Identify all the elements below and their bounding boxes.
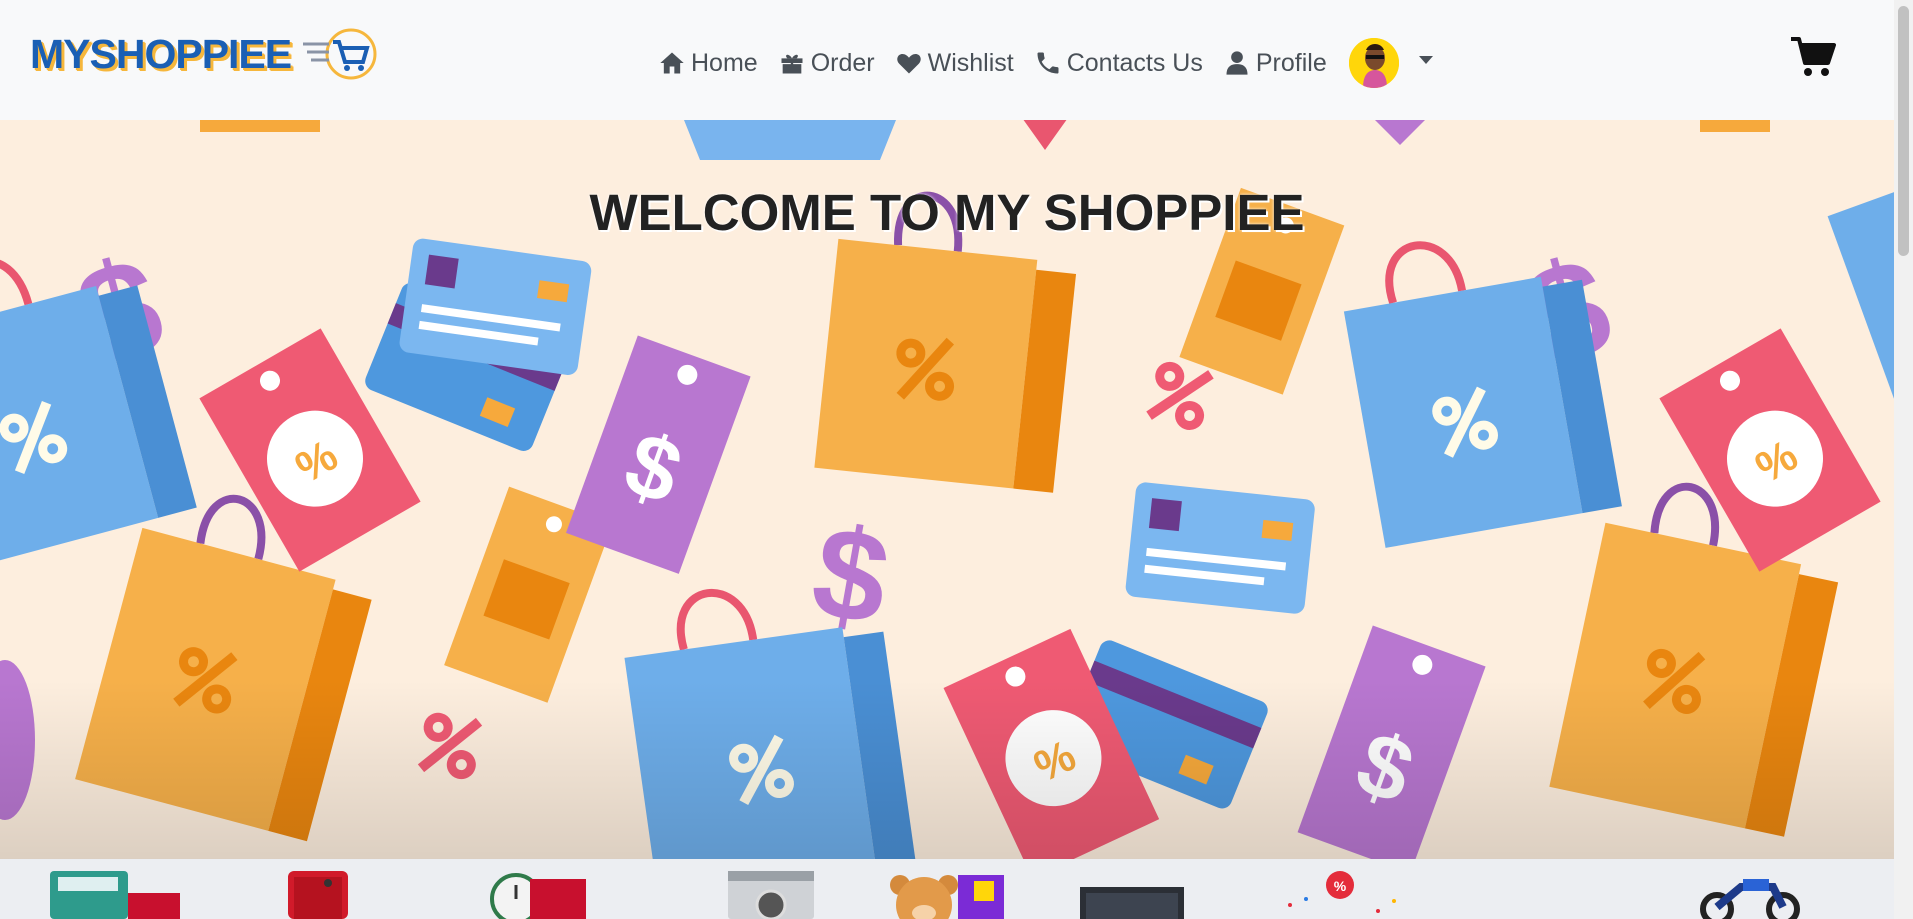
- nav-contacts-label: Contacts Us: [1066, 48, 1203, 77]
- nav-profile[interactable]: Profile: [1223, 49, 1327, 78]
- product-pantyliners[interactable]: [50, 871, 180, 919]
- nav-order[interactable]: Order: [778, 49, 875, 78]
- brand-name: MYSHOPPIEE: [30, 30, 292, 77]
- phone-icon: [1037, 52, 1059, 74]
- product-carousel: %: [0, 859, 1894, 919]
- home-icon: [660, 52, 684, 74]
- product-motorcycle[interactable]: [1695, 871, 1805, 919]
- svg-text:%: %: [1334, 878, 1347, 894]
- scrollbar-thumb[interactable]: [1898, 6, 1909, 256]
- hero-banner: $ $ $: [0, 120, 1894, 859]
- nav-profile-label: Profile: [1255, 48, 1327, 77]
- navbar: MYSHOPPIEE Home Order Wishlist Contacts …: [0, 0, 1894, 120]
- product-laptop[interactable]: [1078, 871, 1186, 919]
- brand-logo[interactable]: MYSHOPPIEE: [30, 26, 379, 82]
- product-washing-machine[interactable]: [728, 871, 814, 919]
- nav-order-label: Order: [810, 48, 875, 77]
- nav-contacts[interactable]: Contacts Us: [1034, 49, 1203, 78]
- product-alarm-clock[interactable]: [488, 871, 588, 919]
- profile-dropdown-caret[interactable]: [1418, 56, 1433, 64]
- nav-home-label: Home: [691, 48, 758, 77]
- nav-wishlist-label: Wishlist: [927, 48, 1014, 77]
- user-icon: [1226, 51, 1248, 75]
- gift-icon: [781, 54, 803, 74]
- avatar-image: [1348, 38, 1399, 88]
- avatar[interactable]: [1348, 38, 1399, 88]
- product-sale-balloon[interactable]: %: [1270, 871, 1410, 919]
- nav-wishlist[interactable]: Wishlist: [895, 49, 1014, 78]
- nav-home[interactable]: Home: [658, 49, 758, 78]
- hero-title: WELCOME TO MY SHOPPIEE: [589, 184, 1305, 241]
- page-scrollbar[interactable]: [1894, 0, 1913, 919]
- product-teddy-bear[interactable]: [878, 871, 1008, 919]
- nav-links: Home Order Wishlist Contacts Us Profile: [658, 38, 1433, 88]
- svg-text:$: $: [803, 497, 900, 653]
- heart-icon: [896, 54, 921, 74]
- product-red-smartphone[interactable]: [288, 871, 358, 919]
- brand-cart-icon: [303, 28, 377, 80]
- cart-icon[interactable]: [1790, 36, 1836, 78]
